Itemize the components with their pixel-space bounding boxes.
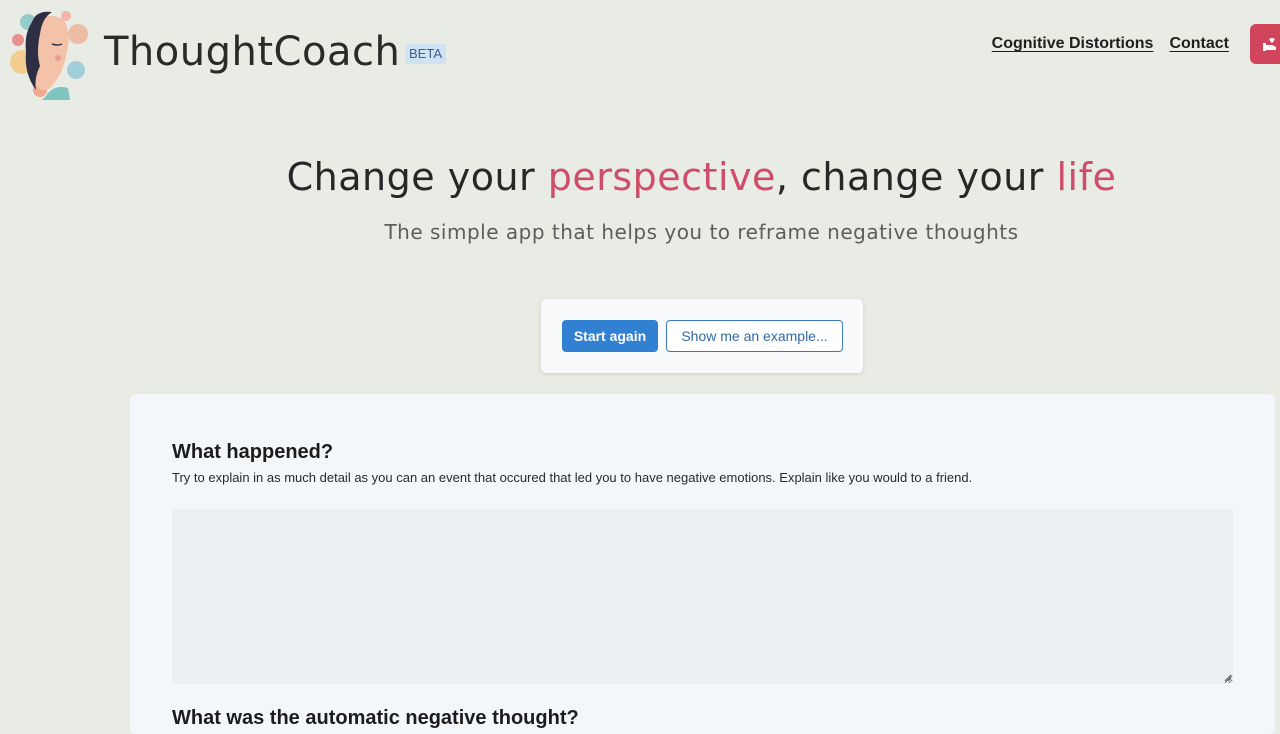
- hero-title-accent: life: [1056, 155, 1117, 199]
- start-again-button[interactable]: Start again: [562, 320, 658, 352]
- form-card: What happened? Try to explain in as much…: [130, 394, 1275, 734]
- hero-subtitle: The simple app that helps you to reframe…: [384, 220, 1019, 244]
- beta-badge: BETA: [405, 44, 446, 64]
- question-title: What happened?: [172, 441, 334, 463]
- donate-button[interactable]: [1250, 24, 1280, 64]
- nav-link-cognitive-distortions[interactable]: Cognitive Distortions: [992, 34, 1154, 54]
- hero-title-part: Change your: [286, 155, 548, 199]
- brand-title[interactable]: ThoughtCoach: [104, 28, 400, 76]
- header: ThoughtCoach BETA Cognitive Distortions …: [0, 0, 1280, 100]
- hand-heart-icon: [1263, 38, 1276, 51]
- hero-title-part: , change your: [775, 155, 1057, 199]
- what-happened-textarea[interactable]: [172, 509, 1233, 684]
- show-example-button[interactable]: Show me an example...: [666, 320, 843, 352]
- nav-link-contact[interactable]: Contact: [1169, 34, 1229, 54]
- logo-illustration[interactable]: [6, 4, 98, 100]
- hero-title: Change your perspective, change your lif…: [0, 152, 1280, 202]
- top-nav: Cognitive Distortions Contact: [992, 34, 1229, 54]
- resize-grip-icon[interactable]: [1224, 674, 1232, 682]
- question-help-text: Try to explain in as much detail as you …: [172, 470, 973, 485]
- hero-title-accent: perspective: [547, 155, 776, 199]
- question-title: What was the automatic negative thought?: [172, 707, 579, 729]
- action-card: Start again Show me an example...: [541, 299, 863, 373]
